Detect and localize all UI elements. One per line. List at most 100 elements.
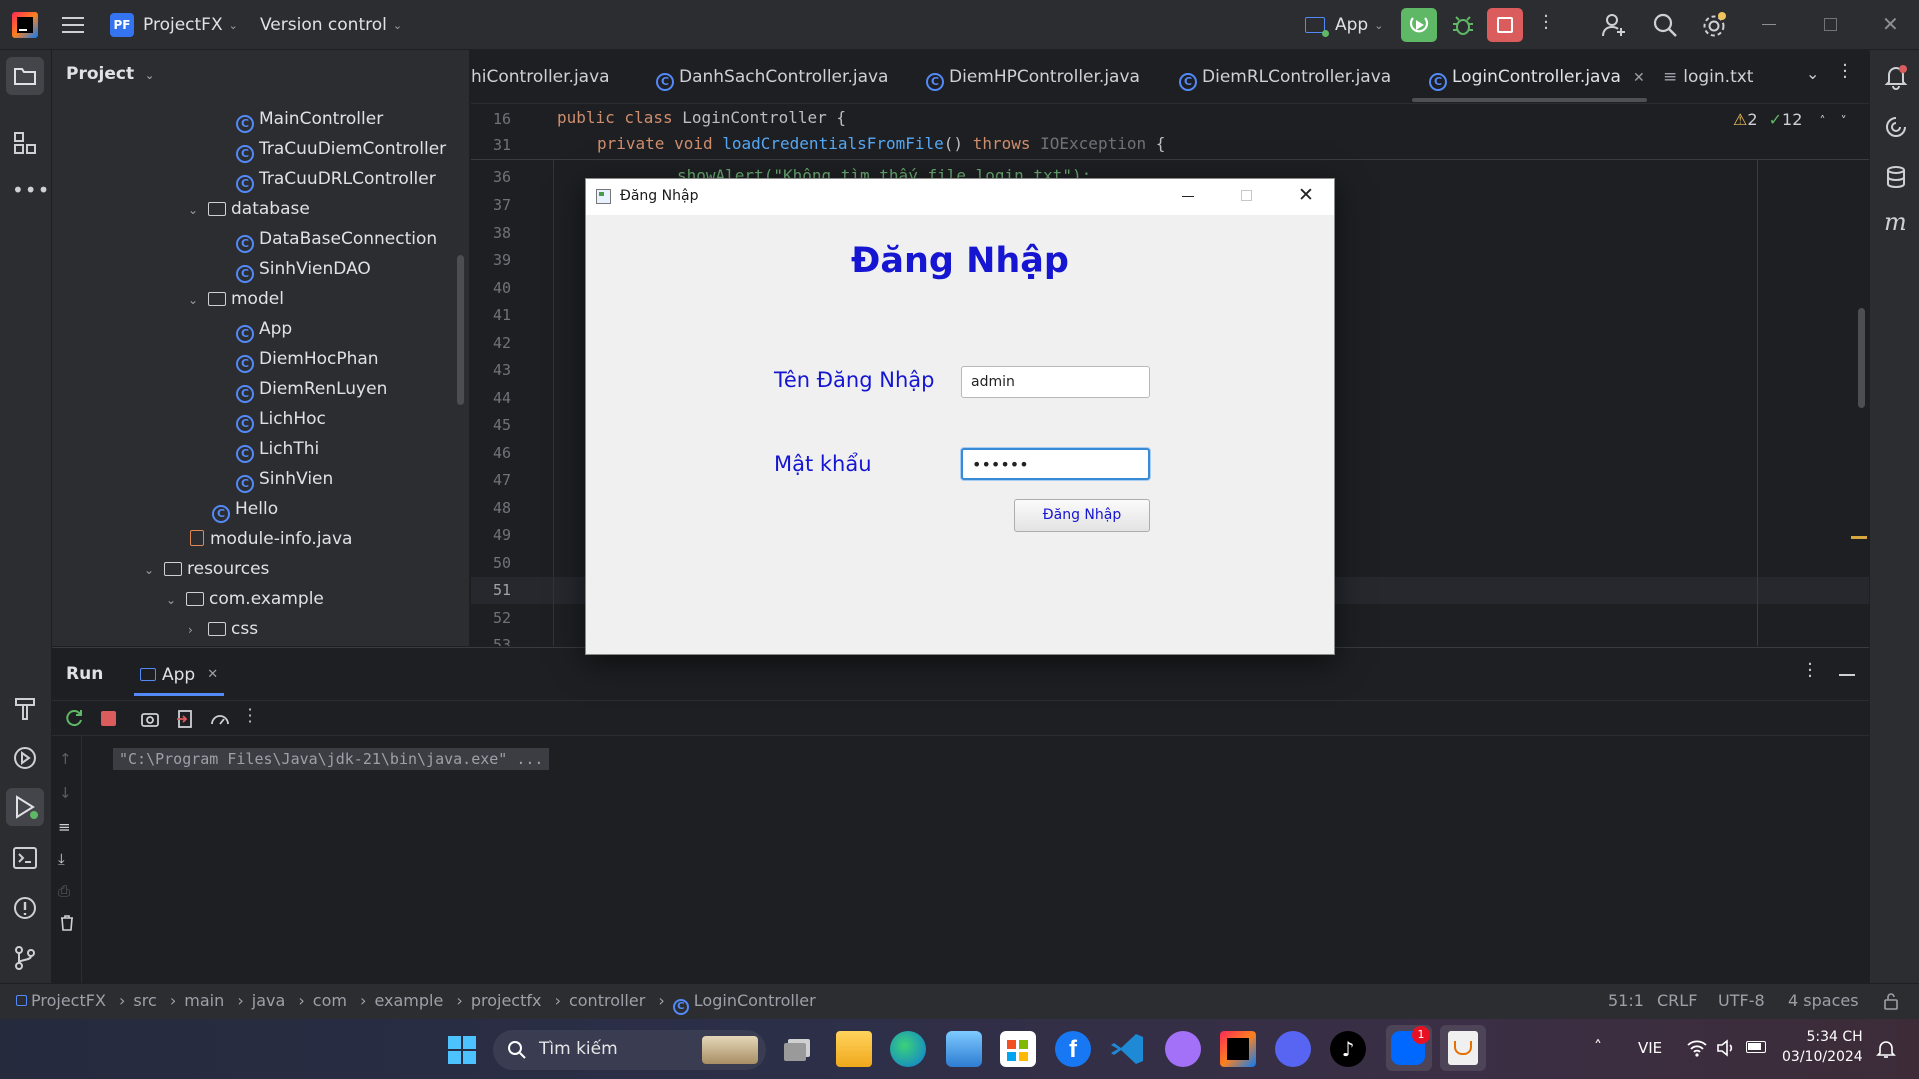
run-tool-button[interactable] — [6, 788, 44, 826]
chevron-down-icon[interactable]: ⌄ — [144, 555, 158, 585]
chevron-down-icon[interactable]: ⌄ — [188, 195, 202, 225]
file-explorer-icon[interactable] — [836, 1031, 872, 1067]
code-with-me-icon[interactable] — [1601, 12, 1627, 38]
project-tool-button[interactable] — [6, 57, 44, 95]
restore-window-button[interactable] — [1824, 18, 1837, 31]
tree-item[interactable]: ⌄ com.example — [166, 584, 324, 614]
more-icon[interactable]: · · · — [247, 702, 253, 730]
tree-item[interactable]: C DataBaseConnection — [236, 224, 437, 254]
breadcrumb-item[interactable]: java — [252, 991, 286, 1010]
java-app-icon[interactable] — [1440, 1025, 1486, 1071]
main-menu-icon[interactable] — [62, 15, 84, 33]
password-input[interactable]: •••••• — [961, 448, 1150, 480]
taskbar-search-box[interactable]: Tìm kiếm — [493, 1030, 766, 1070]
editor-scrollbar[interactable] — [1858, 308, 1865, 408]
tree-item[interactable]: C Hello — [212, 494, 278, 524]
breadcrumb-item[interactable]: projectfx — [471, 991, 542, 1010]
control-panel-icon[interactable] — [946, 1031, 982, 1067]
tree-item[interactable]: C DiemRenLuyen — [236, 374, 387, 404]
scroll-to-end-icon[interactable]: ⤓ — [58, 850, 65, 868]
input-language[interactable]: VIE — [1638, 1039, 1662, 1057]
stop-icon[interactable] — [101, 711, 116, 726]
volume-icon[interactable] — [1716, 1038, 1736, 1058]
tree-item[interactable]: module-info.java — [190, 524, 352, 554]
rerun-button[interactable] — [1401, 8, 1437, 42]
inspection-widget[interactable]: ⚠2 ✓12 ˄ ˅ — [1733, 110, 1847, 129]
close-tab-icon[interactable]: ✕ — [1633, 70, 1645, 86]
profiler-icon[interactable] — [209, 709, 231, 729]
vcs-widget[interactable]: Version control ⌄ — [260, 12, 402, 38]
run-options-icon[interactable]: · · · — [1806, 656, 1814, 686]
breadcrumb-item[interactable]: com — [313, 991, 347, 1010]
dialog-title-bar[interactable]: Đăng Nhập ✕ — [586, 179, 1334, 215]
dialog-close-button[interactable]: ✕ — [1298, 184, 1314, 206]
dialog-maximize-button[interactable] — [1241, 190, 1252, 201]
arrow-up-icon[interactable]: ↑ — [59, 750, 72, 768]
tab-thi-controller[interactable]: hiController.java — [471, 50, 610, 104]
username-input[interactable] — [961, 366, 1150, 398]
tree-item[interactable]: C TraCuuDRLController — [236, 164, 436, 194]
ai-assistant-icon[interactable] — [1883, 114, 1909, 140]
close-window-button[interactable]: ✕ — [1882, 12, 1899, 36]
tree-item[interactable]: C App — [236, 314, 292, 344]
tree-item[interactable]: › css — [188, 614, 258, 644]
settings-gear-icon[interactable] — [1700, 11, 1728, 39]
breadcrumb-item[interactable]: main — [184, 991, 224, 1010]
caret-position[interactable]: 51:1 — [1608, 991, 1644, 1010]
code-line[interactable]: public class LoginController { — [557, 108, 846, 127]
hide-panel-icon[interactable] — [1839, 674, 1855, 676]
notification-center-bell-icon[interactable] — [1876, 1039, 1896, 1059]
git-tool-button[interactable] — [12, 945, 38, 971]
edge-browser-icon[interactable] — [890, 1031, 926, 1067]
problems-tool-button[interactable] — [12, 895, 38, 921]
intellij-logo-icon[interactable] — [12, 12, 38, 38]
breadcrumb-item[interactable]: src — [133, 991, 156, 1010]
discord-icon[interactable] — [1275, 1031, 1311, 1067]
database-icon[interactable] — [1883, 164, 1909, 190]
structure-tool-button[interactable] — [12, 130, 38, 156]
print-icon[interactable]: ⎙ — [58, 882, 70, 900]
run-tab-app[interactable]: App ✕ — [134, 656, 225, 696]
microsoft-store-icon[interactable] — [1000, 1031, 1036, 1067]
close-tab-icon[interactable]: ✕ — [207, 667, 218, 682]
tab-danh-sach-controller[interactable]: C DanhSachController.java — [656, 50, 888, 104]
tab-login-txt[interactable]: ≡ login.txt — [1663, 50, 1753, 104]
tab-login-controller[interactable]: C LoginController.java ✕ — [1429, 50, 1645, 104]
vscode-icon[interactable] — [1110, 1031, 1146, 1067]
lock-icon[interactable] — [1882, 992, 1900, 1010]
facebook-icon[interactable]: f — [1055, 1031, 1091, 1067]
project-widget[interactable]: PF ProjectFX ⌄ — [110, 12, 238, 38]
tree-item[interactable]: C SinhVien — [236, 464, 333, 494]
tree-item[interactable]: C LichHoc — [236, 404, 326, 434]
tab-more-icon[interactable]: · · · — [1841, 57, 1849, 87]
wifi-icon[interactable] — [1686, 1038, 1708, 1058]
more-tools-icon[interactable]: ••• — [12, 178, 50, 202]
clock[interactable]: 5:34 CH 03/10/2024 — [1782, 1027, 1863, 1067]
rerun-icon[interactable] — [65, 708, 85, 728]
camera-icon[interactable] — [140, 709, 160, 729]
build-tool-button[interactable] — [12, 695, 38, 721]
chevron-right-icon[interactable]: › — [188, 615, 202, 645]
stop-button[interactable] — [1487, 8, 1523, 42]
tree-item[interactable]: C LichThi — [236, 434, 319, 464]
tiktok-icon[interactable]: ♪ — [1330, 1031, 1366, 1067]
run-config-selector[interactable]: App ⌄ — [1305, 12, 1383, 38]
chevron-up-icon[interactable]: ˄ — [1819, 114, 1825, 128]
chevron-down-icon[interactable]: ⌄ — [188, 285, 202, 315]
tab-diem-hp-controller[interactable]: C DiemHPController.java — [926, 50, 1140, 104]
tree-item[interactable]: C TraCuuDiemController — [236, 134, 446, 164]
login-button[interactable]: Đăng Nhập — [1014, 499, 1150, 532]
services-tool-button[interactable] — [12, 745, 38, 771]
more-actions-icon[interactable]: · · · — [1540, 8, 1552, 38]
indent-setting[interactable]: 4 spaces — [1788, 991, 1859, 1010]
tree-item[interactable]: ⌄ resources — [144, 554, 269, 584]
line-ending[interactable]: CRLF — [1657, 991, 1697, 1010]
chevron-down-icon[interactable]: ⌄ — [166, 585, 180, 615]
trash-icon[interactable] — [58, 914, 76, 932]
exit-icon[interactable] — [175, 709, 195, 729]
search-icon[interactable] — [1652, 12, 1678, 38]
dialog-minimize-button[interactable] — [1182, 196, 1194, 197]
windows-start-icon[interactable] — [448, 1036, 476, 1064]
debug-button[interactable] — [1446, 8, 1480, 42]
code-line[interactable]: private void loadCredentialsFromFile() t… — [597, 134, 1165, 153]
